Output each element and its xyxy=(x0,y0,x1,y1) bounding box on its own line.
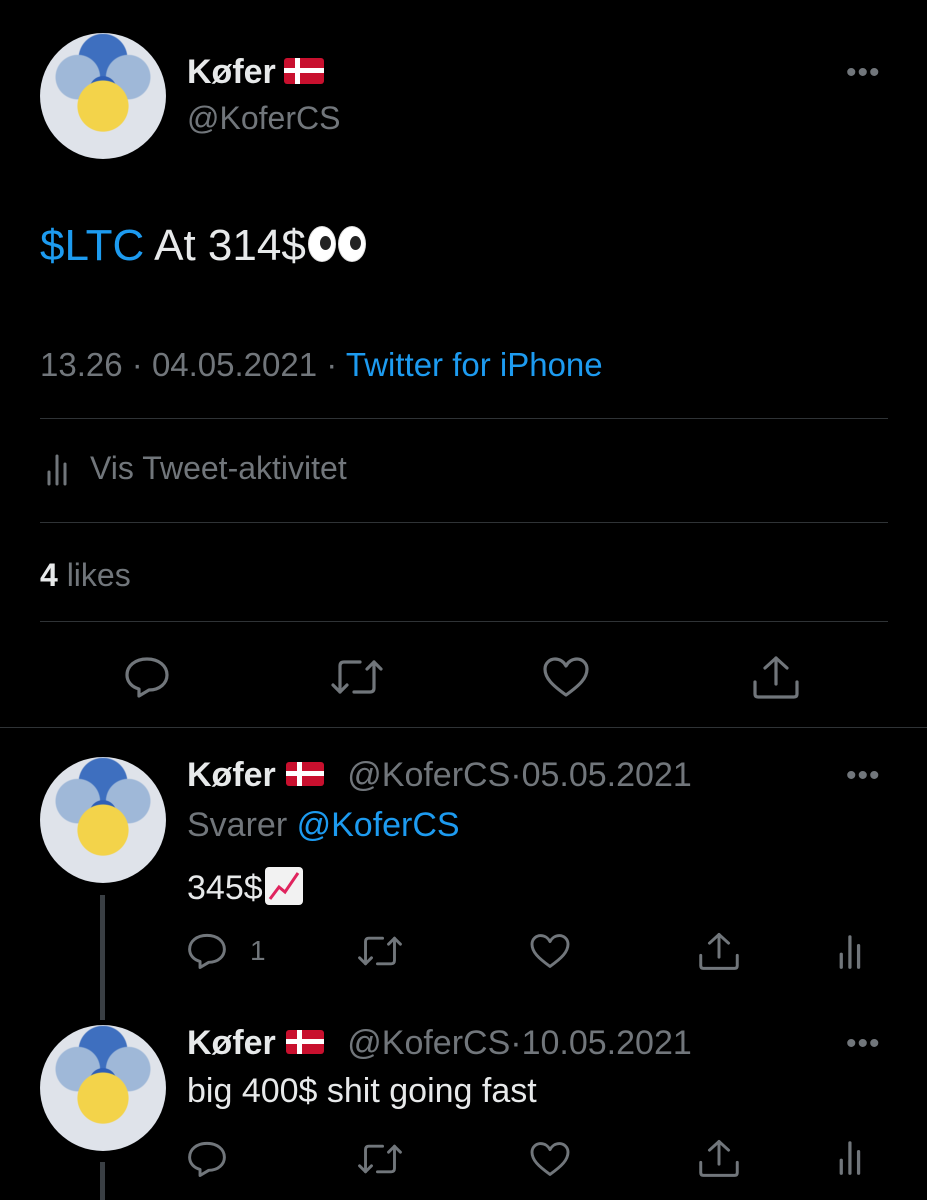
likes-stat[interactable]: 4 likes xyxy=(40,555,131,595)
meta-separator: · xyxy=(131,346,143,383)
reply-icon[interactable] xyxy=(187,932,227,970)
cashtag-link[interactable]: $LTC xyxy=(40,221,144,270)
reply-count: 1 xyxy=(250,935,266,966)
meta-separator: · xyxy=(510,756,522,794)
denmark-flag-icon xyxy=(283,58,324,85)
thread-line xyxy=(100,1162,105,1200)
like-icon[interactable] xyxy=(529,933,571,969)
likes-count: 4 xyxy=(40,557,58,593)
tweet-text-body: At 314$ xyxy=(144,221,306,270)
tweet-meta: 13.26 · 04.05.2021 · Twitter for iPhone xyxy=(40,345,603,385)
like-icon[interactable] xyxy=(529,1141,571,1177)
tweet-text: $LTC At 314$ xyxy=(40,220,366,272)
divider xyxy=(40,522,888,523)
divider xyxy=(40,418,888,419)
author-display-name[interactable]: Køfer xyxy=(187,1024,276,1062)
author-handle[interactable]: @KoferCS xyxy=(347,1024,510,1062)
avatar[interactable] xyxy=(40,1025,166,1151)
denmark-flag-icon xyxy=(285,762,324,787)
author-name-row[interactable]: Køfer xyxy=(187,52,324,92)
author-display-name[interactable]: Køfer xyxy=(187,756,276,794)
more-icon[interactable]: ••• xyxy=(846,761,881,791)
author-display-name[interactable]: Køfer xyxy=(187,53,276,91)
replying-to-row: Svarer @KoferCS xyxy=(187,805,460,845)
eyes-emoji-right xyxy=(337,226,366,263)
tweet-source-link[interactable]: Twitter for iPhone xyxy=(346,346,603,383)
thread-line xyxy=(100,895,105,1020)
reply-header: Køfer @KoferCS·10.05.2021 xyxy=(187,1023,692,1063)
meta-separator: · xyxy=(326,346,338,383)
divider xyxy=(0,727,927,728)
share-icon[interactable] xyxy=(752,654,800,700)
more-icon[interactable]: ••• xyxy=(846,58,881,88)
meta-separator: · xyxy=(510,1024,522,1062)
author-handle[interactable]: @KoferCS xyxy=(347,756,510,794)
author-handle[interactable]: @KoferCS xyxy=(187,98,340,138)
replying-label: Svarer xyxy=(187,806,288,844)
reply-icon[interactable] xyxy=(124,656,170,698)
tweet-text: 345$ xyxy=(187,866,303,910)
more-icon[interactable]: ••• xyxy=(846,1029,881,1059)
retweet-icon[interactable] xyxy=(357,933,403,969)
tweet-date[interactable]: 10.05.2021 xyxy=(522,1024,692,1062)
replying-to-link[interactable]: @KoferCS xyxy=(297,806,460,844)
analytics-icon xyxy=(46,452,70,486)
tweet-text: big 400$ shit going fast xyxy=(187,1072,537,1110)
analytics-icon[interactable] xyxy=(838,1138,864,1176)
likes-label: likes xyxy=(57,557,131,593)
eyes-emoji-left xyxy=(307,226,336,263)
denmark-flag-icon xyxy=(285,1030,324,1055)
tweet-time: 13.26 xyxy=(40,346,123,383)
avatar[interactable] xyxy=(40,757,166,883)
tweet-date: 04.05.2021 xyxy=(151,346,318,383)
share-icon[interactable] xyxy=(698,1138,740,1178)
retweet-icon[interactable] xyxy=(357,1141,403,1177)
tweet-date[interactable]: 05.05.2021 xyxy=(522,756,692,794)
avatar[interactable] xyxy=(40,33,166,159)
chart-increasing-emoji xyxy=(264,867,303,906)
analytics-icon[interactable] xyxy=(838,932,864,970)
reply-icon[interactable] xyxy=(187,1140,227,1178)
tweet-activity-label[interactable]: Vis Tweet-aktivitet xyxy=(90,448,347,488)
retweet-icon[interactable] xyxy=(330,656,384,698)
divider xyxy=(40,621,888,622)
tweet-text-body: 345$ xyxy=(187,869,263,907)
like-icon[interactable] xyxy=(542,656,590,698)
reply-header: Køfer @KoferCS·05.05.2021 xyxy=(187,755,692,795)
share-icon[interactable] xyxy=(698,931,740,971)
